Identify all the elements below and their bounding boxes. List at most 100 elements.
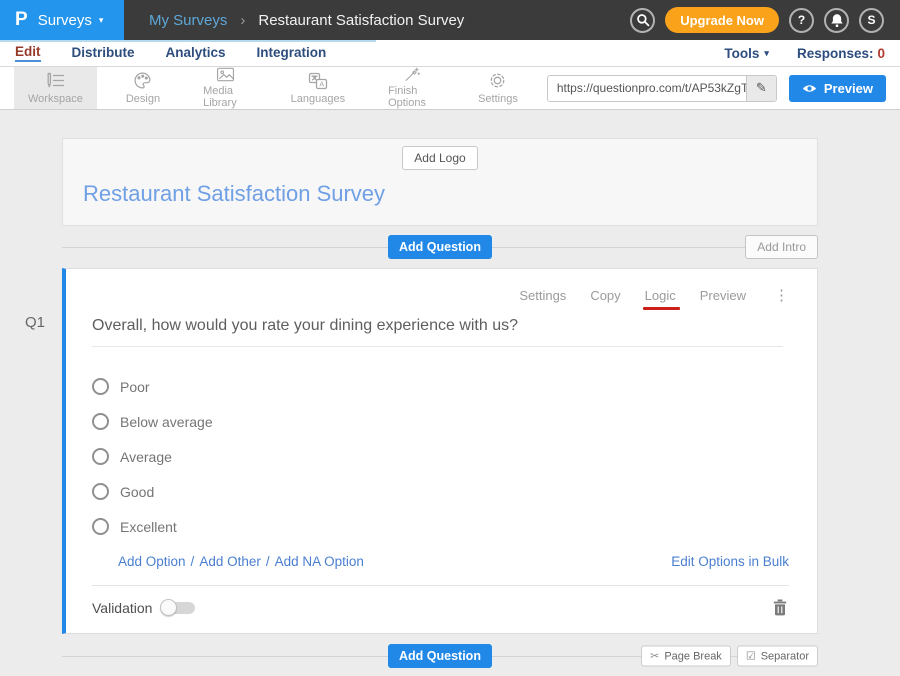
breadcrumb-current-survey: Restaurant Satisfaction Survey [258, 12, 464, 29]
question-logic-link[interactable]: Logic [645, 288, 676, 303]
question-settings-link[interactable]: Settings [519, 288, 566, 303]
breadcrumb-separator-icon: › [240, 12, 245, 29]
toolbar-item-settings[interactable]: Settings [464, 67, 532, 109]
tab-edit[interactable]: Edit [15, 44, 41, 62]
separator-button[interactable]: ☑ Separator [737, 646, 818, 667]
question-preview-link[interactable]: Preview [700, 288, 746, 303]
page-break-label: Page Break [664, 650, 721, 662]
insert-row-top: Add Question Add Intro [62, 226, 818, 268]
option-row: Poor [92, 369, 789, 404]
palette-icon [133, 71, 152, 90]
toolbar-item-finish-options[interactable]: Finish Options [374, 67, 449, 109]
questionpro-logo: P [15, 9, 28, 31]
question-card: Settings Copy Logic Preview ⋮ Overall, h… [62, 268, 818, 634]
translate-icon: A [308, 72, 328, 90]
option-label[interactable]: Poor [120, 379, 150, 395]
notifications-button[interactable] [824, 8, 849, 33]
add-intro-button[interactable]: Add Intro [745, 235, 818, 259]
kebab-menu-icon[interactable]: ⋮ [774, 286, 789, 304]
topbar-actions: Upgrade Now ? S [630, 7, 900, 33]
option-links-left: Add Option / Add Other / Add NA Option [118, 554, 364, 569]
edit-options-in-bulk-link[interactable]: Edit Options in Bulk [671, 554, 789, 569]
pencil-icon: ✎ [756, 80, 767, 96]
help-button[interactable]: ? [789, 8, 814, 33]
page-break-button[interactable]: ✂ Page Break [641, 646, 731, 667]
editor-toolbar: Workspace Design Media Library A Languag… [0, 67, 900, 110]
surveys-product-menu[interactable]: P Surveys ▾ [0, 0, 124, 40]
responses-counter[interactable]: Responses:0 [797, 46, 885, 61]
toolbar-item-label: Languages [291, 93, 345, 105]
option-links-row: Add Option / Add Other / Add NA Option E… [118, 554, 789, 569]
add-na-option-link[interactable]: Add NA Option [275, 554, 364, 569]
toolbar-item-label: Finish Options [388, 85, 435, 109]
add-logo-button[interactable]: Add Logo [402, 146, 477, 170]
search-icon [636, 13, 650, 27]
radio-button[interactable] [92, 483, 109, 500]
option-row: Good [92, 474, 789, 509]
survey-container: Add Logo Restaurant Satisfaction Survey … [62, 138, 818, 674]
radio-button[interactable] [92, 518, 109, 535]
tab-distribute[interactable]: Distribute [72, 45, 135, 61]
logic-label: Logic [645, 288, 676, 303]
validation-toggle[interactable] [160, 599, 196, 616]
survey-nav-bar: Edit Distribute Analytics Integration To… [0, 40, 900, 67]
delete-question-button[interactable] [773, 599, 787, 616]
survey-canvas: Q1 Add Logo Restaurant Satisfaction Surv… [0, 110, 900, 676]
chevron-down-icon: ▾ [764, 48, 769, 59]
toolbar-item-media-library[interactable]: Media Library [189, 67, 262, 109]
question-actions: Settings Copy Logic Preview ⋮ [92, 269, 789, 304]
tools-label: Tools [724, 46, 759, 61]
validation-left: Validation [92, 599, 196, 616]
option-label[interactable]: Below average [120, 414, 213, 430]
image-icon [215, 67, 236, 82]
workspace-icon [45, 72, 65, 90]
toolbar-item-label: Settings [478, 93, 518, 105]
breadcrumb: My Surveys › Restaurant Satisfaction Sur… [149, 12, 464, 29]
toolbar-item-languages[interactable]: A Languages [277, 67, 359, 109]
radio-button[interactable] [92, 378, 109, 395]
toolbar-right-group: https://questionpro.com/t/AP53kZgTV ✎ Pr… [547, 67, 900, 109]
option-row: Excellent [92, 509, 789, 544]
insert-row-top-right: Add Intro [745, 235, 818, 259]
insert-row-bottom-right: ✂ Page Break ☑ Separator [641, 646, 818, 667]
preview-label: Preview [824, 81, 873, 96]
edit-url-button[interactable]: ✎ [746, 75, 776, 102]
option-label[interactable]: Average [120, 449, 172, 465]
question-text[interactable]: Overall, how would you rate your dining … [92, 317, 783, 347]
upgrade-now-button[interactable]: Upgrade Now [665, 7, 779, 33]
radio-button[interactable] [92, 448, 109, 465]
survey-url-field[interactable]: https://questionpro.com/t/AP53kZgTV [548, 81, 746, 95]
add-option-link[interactable]: Add Option [118, 554, 186, 569]
add-other-link[interactable]: Add Other [199, 554, 261, 569]
progress-line [0, 40, 376, 42]
tools-menu[interactable]: Tools ▾ [724, 46, 769, 61]
tab-analytics[interactable]: Analytics [166, 45, 226, 61]
survey-url-group: https://questionpro.com/t/AP53kZgTV ✎ [547, 75, 777, 102]
toolbar-item-workspace[interactable]: Workspace [14, 67, 97, 109]
gear-icon [488, 71, 507, 90]
insert-row-bottom: Add Question ✂ Page Break ☑ Separator [62, 638, 818, 674]
question-number-label: Q1 [25, 314, 45, 331]
survey-title[interactable]: Restaurant Satisfaction Survey [83, 181, 817, 207]
top-header-bar: P Surveys ▾ My Surveys › Restaurant Sati… [0, 0, 900, 40]
tab-integration[interactable]: Integration [257, 45, 327, 61]
option-row: Average [92, 439, 789, 474]
question-copy-link[interactable]: Copy [590, 288, 620, 303]
add-question-button-bottom[interactable]: Add Question [388, 644, 492, 668]
option-label[interactable]: Excellent [120, 519, 177, 535]
breadcrumb-my-surveys[interactable]: My Surveys [149, 12, 227, 29]
option-row: Below average [92, 404, 789, 439]
nav-right-group: Tools ▾ Responses:0 [724, 46, 885, 61]
preview-button[interactable]: Preview [789, 75, 886, 102]
magic-wand-icon [402, 67, 422, 82]
toolbar-item-design[interactable]: Design [112, 67, 174, 109]
avatar-initial: S [867, 13, 875, 27]
add-question-button-top[interactable]: Add Question [388, 235, 492, 259]
bell-icon [830, 13, 844, 28]
radio-button[interactable] [92, 413, 109, 430]
account-avatar[interactable]: S [859, 8, 884, 33]
link-separator: / [266, 554, 270, 569]
option-label[interactable]: Good [120, 484, 154, 500]
search-button[interactable] [630, 8, 655, 33]
product-name: Surveys [38, 12, 92, 29]
